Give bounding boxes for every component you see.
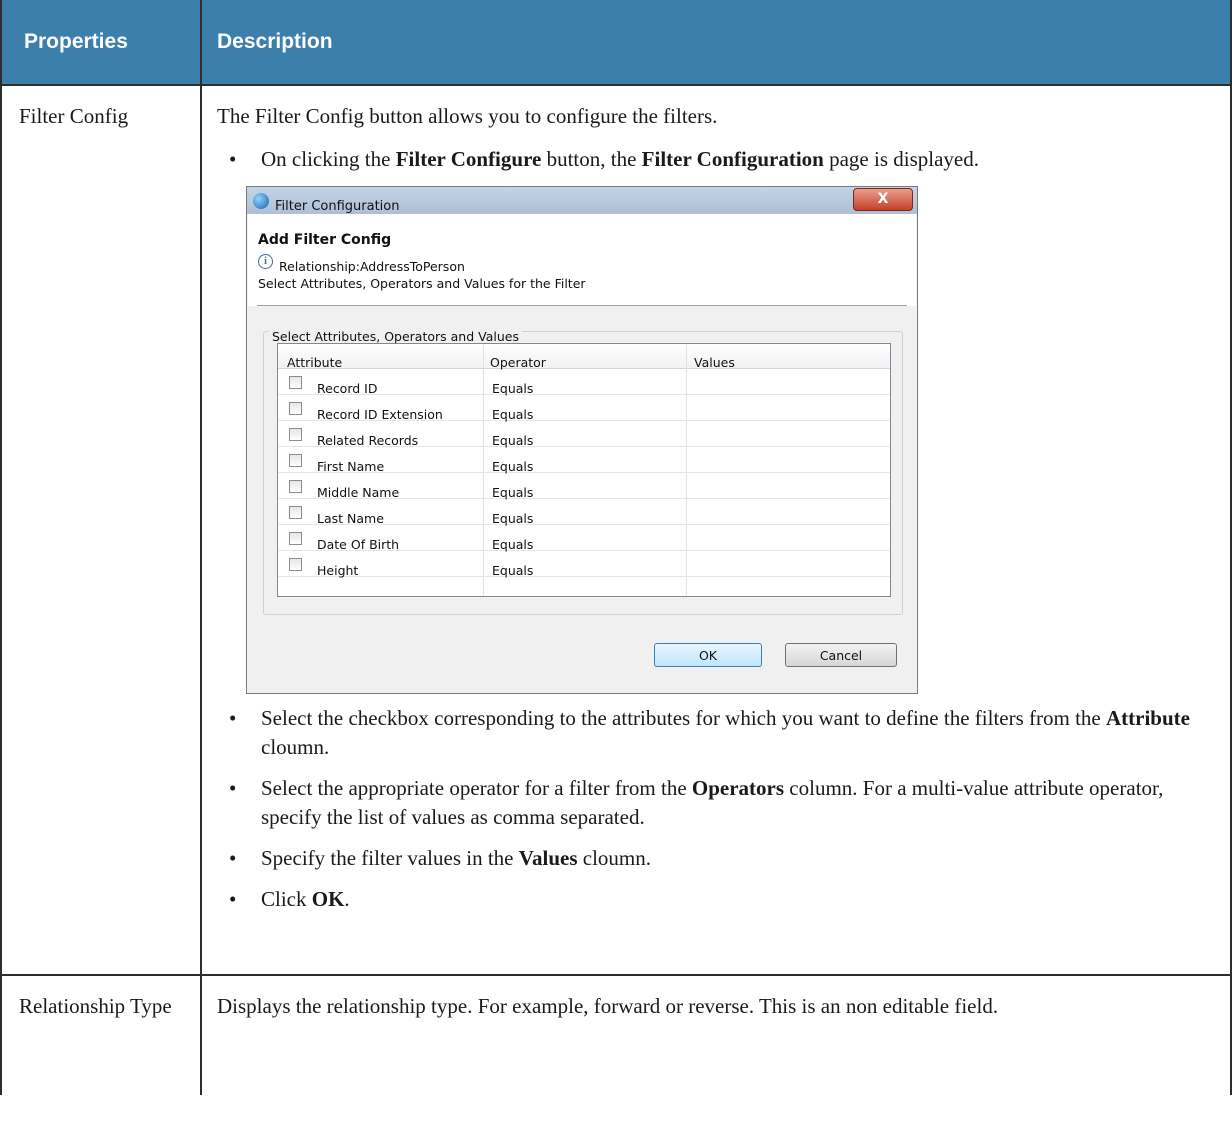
row-checkbox[interactable] <box>289 506 302 519</box>
filter-grid: Attribute Operator Values Record ID Equa… <box>277 343 891 597</box>
app-icon <box>253 193 269 209</box>
bullet-dot: • <box>229 776 237 800</box>
row-checkbox[interactable] <box>289 376 302 389</box>
table-row[interactable]: Related Records Equals <box>278 421 890 448</box>
table-header-row: Properties Description <box>0 0 1232 86</box>
bullet-dot: • <box>229 846 237 870</box>
row-checkbox[interactable] <box>289 454 302 467</box>
dialog-header: Add Filter Config i Relationship:Address… <box>248 214 916 306</box>
property-description: Displays the relationship type. For exam… <box>200 974 1232 1095</box>
property-name: Relationship Type <box>0 974 202 1095</box>
table-row: Relationship Type Displays the relations… <box>0 974 1232 1095</box>
close-icon[interactable]: X <box>853 188 913 211</box>
properties-table: Properties Description Filter Config The… <box>0 0 1232 1095</box>
bullet-item: • Specify the filter values in the Value… <box>217 844 1200 873</box>
table-row[interactable]: Height Equals <box>278 551 890 578</box>
dialog-titlebar: Filter Configuration X <box>247 187 917 214</box>
property-name: Filter Config <box>0 84 202 976</box>
operator-cell[interactable]: Equals <box>492 556 533 585</box>
table-row[interactable]: Record ID Equals <box>278 369 890 396</box>
table-row[interactable]: Record ID Extension Equals <box>278 395 890 422</box>
ok-button[interactable]: OK <box>654 643 762 667</box>
table-row[interactable]: Date Of Birth Equals <box>278 525 890 552</box>
cancel-button[interactable]: Cancel <box>785 643 897 667</box>
row-checkbox[interactable] <box>289 558 302 571</box>
property-description: The Filter Config button allows you to c… <box>200 84 1232 976</box>
header-divider <box>257 305 907 306</box>
header-description: Description <box>200 0 1232 86</box>
bullet-dot: • <box>229 887 237 911</box>
filter-configuration-dialog: Filter Configuration X Add Filter Config… <box>246 186 918 694</box>
header-properties: Properties <box>0 0 202 86</box>
bullet-item: • Select the checkbox corresponding to t… <box>229 706 1190 759</box>
info-icon: i <box>258 254 273 269</box>
row-checkbox[interactable] <box>289 532 302 545</box>
bullet-item: • On clicking the Filter Configure butto… <box>217 145 1200 174</box>
grid-header: Attribute Operator Values <box>278 344 890 370</box>
table-row[interactable]: Last Name Equals <box>278 499 890 526</box>
row-checkbox[interactable] <box>289 480 302 493</box>
bullet-item: • Select the appropriate operator for a … <box>229 776 1164 829</box>
table-row: Filter Config The Filter Config button a… <box>0 84 1232 976</box>
row-checkbox[interactable] <box>289 402 302 415</box>
attribute-cell: Height <box>317 563 359 578</box>
table-row[interactable]: First Name Equals <box>278 447 890 474</box>
description-intro: The Filter Config button allows you to c… <box>217 104 718 128</box>
bullet-item: • Click OK. <box>217 885 1200 914</box>
dialog-instructions: Select Attributes, Operators and Values … <box>258 276 586 291</box>
dialog-header-title: Add Filter Config <box>258 232 392 248</box>
bullet-dot: • <box>229 706 237 730</box>
row-checkbox[interactable] <box>289 428 302 441</box>
bullet-dot: • <box>229 147 237 171</box>
table-row[interactable]: Middle Name Equals <box>278 473 890 500</box>
